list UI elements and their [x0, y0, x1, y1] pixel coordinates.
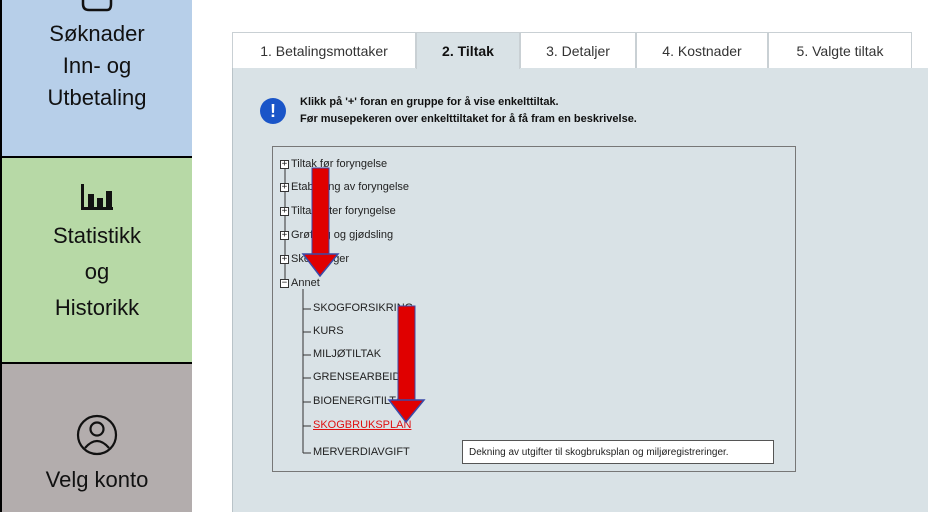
tree-group-label: Etablering av foryngelse: [291, 181, 410, 193]
tab-tiltak[interactable]: 2. Tiltak: [416, 32, 520, 69]
sidebar: Søknader Inn- og Utbetaling Statistikk o…: [2, 0, 192, 512]
tab-bar: 1. Betalingsmottaker 2. Tiltak 3. Detalj…: [232, 32, 928, 69]
document-icon: [81, 0, 113, 12]
info-text-line-1: Klikk på '+' foran en gruppe for å vise …: [300, 96, 559, 108]
tree-group-label: Skogsveger: [291, 253, 350, 265]
expand-icon[interactable]: +: [280, 182, 289, 192]
tree-item-kurs[interactable]: KURS: [313, 325, 344, 337]
sidebar-item-label: Velg konto: [45, 467, 149, 492]
expand-icon[interactable]: +: [280, 230, 289, 240]
tree-group-label: Tiltak før foryngelse: [291, 158, 388, 170]
tree-group-label: Annet: [291, 277, 320, 289]
tree-item-miljotiltak[interactable]: MILJØTILTAK: [313, 348, 381, 360]
tree-item-skogbruksplan[interactable]: SKOGBRUKSPLAN: [313, 419, 411, 431]
sidebar-item-soknader[interactable]: Søknader Inn- og Utbetaling: [2, 0, 192, 158]
tree-group-etablering-av-foryngelse[interactable]: + Etablering av foryngelse: [280, 181, 409, 193]
info-note: ! Klikk på '+' foran en gruppe for å vis…: [260, 96, 880, 136]
tree-group-tiltak-etter-foryngelse[interactable]: + Tiltak etter foryngelse: [280, 205, 396, 217]
expand-icon[interactable]: +: [280, 159, 289, 169]
tree-group-annet[interactable]: − Annet: [280, 277, 320, 289]
expand-icon[interactable]: +: [280, 206, 289, 216]
main-content: 1. Betalingsmottaker 2. Tiltak 3. Detalj…: [192, 0, 928, 512]
tab-detaljer[interactable]: 3. Detaljer: [520, 32, 636, 68]
tree-group-skogsveger[interactable]: + Skogsveger: [280, 253, 349, 265]
bar-chart-icon: [81, 184, 113, 210]
info-text-line-2: Før musepekeren over enkelttiltaket for …: [300, 113, 637, 125]
tree-group-tiltak-for-foryngelse[interactable]: + Tiltak før foryngelse: [280, 158, 387, 170]
sidebar-item-label: Statistikk og Historikk: [52, 223, 142, 320]
tree-group-grofting-og-gjodsling[interactable]: + Grøfting og gjødsling: [280, 229, 393, 241]
tab-valgte-tiltak[interactable]: 5. Valgte tiltak: [768, 32, 912, 68]
tree-item-grensearbeid[interactable]: GRENSEARBEID: [313, 371, 400, 383]
tree-item-skogforsikring[interactable]: SKOGFORSIKRING: [313, 302, 413, 314]
sidebar-item-velg-konto[interactable]: Velg konto: [2, 364, 192, 512]
user-icon: [76, 414, 118, 456]
tree-item-bioenergitiltak[interactable]: BIOENERGITILTAK: [313, 395, 410, 407]
info-icon: !: [260, 98, 286, 124]
sidebar-item-statistikk[interactable]: Statistikk og Historikk: [2, 158, 192, 364]
tree-group-label: Grøfting og gjødsling: [291, 229, 394, 241]
sidebar-item-label: Søknader Inn- og Utbetaling: [47, 21, 147, 110]
tree-group-label: Tiltak etter foryngelse: [291, 205, 396, 217]
tooltip: Dekning av utgifter til skogbruksplan og…: [462, 440, 774, 464]
tab-betalingsmottaker[interactable]: 1. Betalingsmottaker: [232, 32, 416, 68]
tree-item-merverdiavgift[interactable]: MERVERDIAVGIFT: [313, 446, 410, 458]
tiltak-tree: + Tiltak før foryngelse + Etablering av …: [272, 146, 796, 472]
collapse-icon[interactable]: −: [280, 278, 289, 288]
tab-kostnader[interactable]: 4. Kostnader: [636, 32, 768, 68]
expand-icon[interactable]: +: [280, 254, 289, 264]
